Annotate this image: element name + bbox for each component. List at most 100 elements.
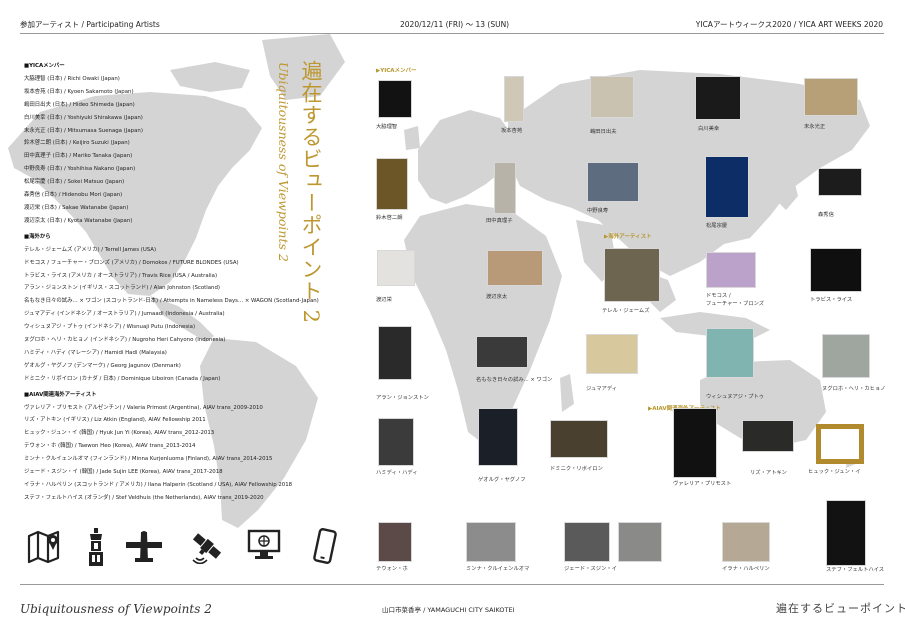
- artwork-caption: アラン・ジョンストン: [376, 395, 429, 401]
- artist-entry: 白川美幸 (日本) / Yoshiyuki Shirakawa (Japan): [24, 114, 143, 121]
- section-heading-aiav: ■AIAV関連海外アーティスト: [24, 391, 97, 398]
- artist-entry: 渡辺栄 (日本) / Sakae Watanabe (Japan): [24, 204, 129, 211]
- artwork-caption: 森秀信: [818, 212, 834, 218]
- artwork-caption: 大脇理智: [376, 124, 398, 130]
- artwork-thumbnail: [810, 248, 862, 292]
- artwork-caption: 坂本杏苑: [501, 128, 523, 134]
- artist-entry: ヒュック・ジュン・イ (韓国) / Hyuk Jun Yi (Korea), A…: [24, 430, 215, 437]
- artwork-caption: テレル・ジェームズ: [602, 308, 650, 314]
- artist-entry: ステフ・フェルトハイス (オランダ) / Stef Veldhuis (the …: [24, 494, 264, 501]
- artwork-thumbnail: [378, 522, 412, 562]
- page-header: 参加アーティスト / Participating Artists 2020/12…: [0, 0, 905, 34]
- artwork-thumbnail: [376, 158, 408, 210]
- artist-entry: ジュマアディ (インドネシア / オーストラリア) / Jumaadi (Ind…: [24, 311, 225, 318]
- artwork-caption: ウィシュヌアジ・プトゥ: [706, 394, 765, 400]
- footer-venue: 山口市菜香亭 / YAMAGUCHI CITY SAIKOTEI: [382, 606, 515, 614]
- artwork-caption: 白川美幸: [698, 126, 720, 132]
- artist-entry: ヌグロホ・ヘリ・カヒョノ (インドネシア) / Nugroho Heri Cah…: [24, 337, 226, 344]
- artwork-caption: ステフ・フェルトハイス: [826, 567, 885, 573]
- artwork-caption: ヒュック・ジュン・イ: [808, 469, 861, 475]
- computer-icon: [247, 529, 281, 559]
- artist-entry: ドモコス / フューチャー・ブロンズ (アメリカ) / Domokos / FU…: [24, 259, 239, 266]
- header-dates: 2020/12/11 (FRI) 〜 13 (SUN): [400, 20, 510, 29]
- artist-entry: 森秀信 (日本) / Hidenobu Mori (Japan): [24, 192, 123, 199]
- artist-entry: アラン・ジョンストン (イギリス・スコットランド) / Alan Johnsto…: [24, 285, 220, 292]
- artwork-thumbnail: [476, 336, 528, 368]
- artist-entry: テレル・ジェームズ (アメリカ) / Terrell James (USA): [24, 246, 157, 253]
- artwork-thumbnail: [804, 78, 858, 116]
- artwork-caption: ヴァレリア・プリモスト: [673, 481, 732, 487]
- artwork-caption: 松尾宗慶: [706, 223, 728, 229]
- airplane-icon: [126, 531, 162, 562]
- artwork-thumbnail: [818, 168, 862, 196]
- artwork-thumbnail: [494, 162, 516, 214]
- artwork-thumbnail: [590, 76, 634, 118]
- artwork-caption: トラビス・ライス: [810, 297, 853, 303]
- artwork-thumbnail: [705, 156, 749, 218]
- artist-entry: イラナ・ハルペリン (スコットランド / アメリカ) / Ilana Halpe…: [24, 482, 293, 488]
- artwork-thumbnail: [816, 424, 864, 464]
- artwork-caption: ミンナ・クルイェンルオマ: [466, 566, 530, 572]
- artwork-thumbnail: [587, 162, 639, 202]
- artwork-caption: ハミディ・ハディ: [376, 470, 418, 476]
- artwork-thumbnail: [673, 408, 717, 478]
- artwork-thumbnail: [695, 76, 741, 120]
- artwork-caption: 渡辺栄: [376, 297, 392, 303]
- artwork-caption: ジェード・スジン・イ: [564, 566, 617, 572]
- artist-entry: 松尾宗慶 (日本) / Sokei Matsuo (Japan): [24, 179, 125, 186]
- artist-entry: 中野良寿 (日本) / Yoshihisa Nakano (Japan): [24, 166, 136, 173]
- artist-entry: リズ・アトキン (イギリス) / Liz Atkin (England), AI…: [24, 417, 206, 424]
- artist-entry: 嶋田日出夫 (日本) / Hideo Shimeda (Japan): [24, 101, 135, 108]
- artwork-thumbnail: [604, 248, 660, 302]
- artwork-caption: 渡辺京太: [486, 294, 508, 300]
- artwork-caption: ドモコス / フューチャー・ブロンズ: [706, 293, 765, 307]
- artwork-thumbnail: [822, 334, 870, 378]
- artist-entry: 名もなき日々の試み... × ワゴン (スコットランド-日本) / Attemp…: [24, 298, 319, 305]
- artwork-thumbnail: [487, 250, 543, 286]
- artwork-thumbnail: [378, 418, 414, 466]
- artist-entry: 大脇理智 (日本) / Richi Owaki (Japan): [24, 75, 120, 82]
- icon-row: [26, 528, 346, 568]
- artist-entry: ヴァレリア・プリモスト (アルゼンチン) / Valeria Primost (…: [24, 404, 263, 411]
- artist-entry: トラビス・ライス (アメリカ / オーストラリア) / Travis Rice …: [24, 272, 218, 279]
- header-right: YICAアートウィークス2020 / YICA ART WEEKS 2020: [695, 20, 883, 29]
- artist-entry: 末永光正 (日本) / Mitsumasa Suenaga (Japan): [24, 127, 143, 134]
- artwork-caption: 嶋田日出夫: [590, 129, 617, 135]
- label-overseas: ▶海外アーティスト: [604, 234, 652, 240]
- artist-entry: 鈴木啓二朗 (日本) / Keijiro Suzuki (Japan): [24, 140, 130, 147]
- artwork-thumbnail: [378, 80, 412, 118]
- artwork-thumbnail: [586, 334, 638, 374]
- artwork-thumbnail: [377, 250, 415, 286]
- footer-english-title: Ubiquitousness of Viewpoints 2: [20, 602, 212, 616]
- footer-divider: [20, 584, 884, 585]
- header-divider: [20, 33, 884, 34]
- artist-entry: ハミディ・ハディ (マレーシア) / Hamidi Hadi (Malaysia…: [24, 349, 167, 356]
- artist-entry: 渡辺京太 (日本) / Kyota Watanabe (Japan): [24, 217, 133, 224]
- artwork-caption: リズ・アトキン: [750, 470, 787, 476]
- artwork-caption: ゲオルグ・ヤグノフ: [478, 477, 526, 483]
- artist-entry: ドミニク・リボイロン (カナダ / 日本) / Dominique Liboir…: [24, 375, 221, 382]
- artwork-caption: イラナ・ハルペリン: [722, 566, 770, 572]
- artwork-thumbnail: [618, 522, 662, 562]
- artwork-caption: 末永光正: [804, 124, 826, 130]
- artwork-thumbnail: [706, 328, 754, 378]
- artwork-thumbnail: [466, 522, 516, 562]
- artwork-caption: ヌグロホ・ヘリ・カヒョノ: [822, 386, 886, 392]
- artist-entry: 坂本杏苑 (日本) / Kyoen Sakamoto (Japan): [24, 88, 134, 95]
- artwork-thumbnail: [564, 522, 610, 562]
- satellite-icon: [192, 533, 222, 564]
- artwork-thumbnail: [826, 500, 866, 566]
- footer-japanese-title: 遍在するビューポイント 2: [776, 602, 905, 615]
- artwork-caption: ジュマアディ: [586, 386, 618, 392]
- smartphone-icon: [313, 528, 337, 564]
- map-icon: [27, 530, 60, 564]
- artwork-caption: ドミニク・リボイロン: [550, 466, 603, 472]
- section-heading-yica: ■YICAメンバー: [24, 63, 65, 69]
- artwork-caption: 名もなき日々の試み... × ワゴン: [476, 377, 553, 383]
- artwork-thumbnail: [378, 326, 412, 380]
- artwork-thumbnail: [706, 252, 756, 288]
- artist-entry: 田中真理子 (日本) / Mariko Tanaka (Japan): [24, 153, 133, 160]
- artist-entry: ジェード・スジン・イ (韓国) / Jade Sujin LEE (Korea)…: [24, 469, 223, 476]
- artwork-thumbnail: [478, 408, 518, 466]
- artwork-caption: 中野良寿: [587, 208, 609, 214]
